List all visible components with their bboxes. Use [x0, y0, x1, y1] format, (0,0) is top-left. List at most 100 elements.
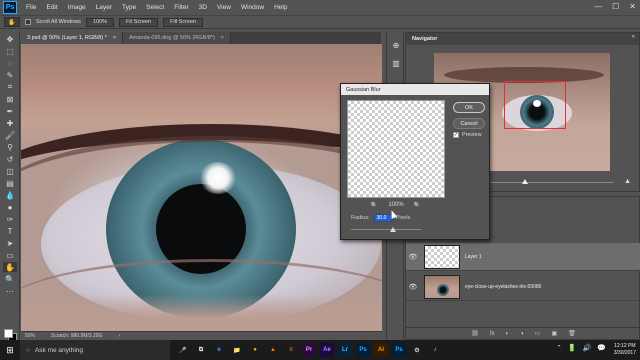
foreground-color-swatch[interactable] [4, 329, 13, 338]
menu-file[interactable]: File [21, 4, 41, 11]
taskbar-app-icon[interactable]: Ps [392, 343, 406, 357]
taskbar-app-icon[interactable]: ⚙ [410, 343, 424, 357]
quick-select-tool-icon[interactable]: ✎ [3, 70, 17, 80]
taskbar-app-icon[interactable]: 🎤 [176, 343, 190, 357]
taskbar-app-icon[interactable]: ▲ [266, 343, 280, 357]
crop-tool-icon[interactable]: ⌗ [3, 82, 17, 92]
taskbar-app-icon[interactable]: ● [248, 343, 262, 357]
blur-tool-icon[interactable]: 💧 [3, 190, 17, 200]
layer-name[interactable]: eye-close-up-eyelashes-iris-59086 [465, 284, 541, 290]
radius-slider[interactable] [351, 229, 421, 230]
eraser-tool-icon[interactable]: ◫ [3, 166, 17, 176]
navigator-panel-icon[interactable]: ⊕ [391, 40, 401, 50]
dodge-tool-icon[interactable]: ● [3, 202, 17, 212]
lasso-tool-icon[interactable]: ◌ [3, 58, 17, 68]
blur-preview[interactable] [347, 100, 445, 198]
visibility-eye-icon[interactable]: 👁 [406, 283, 420, 291]
taskbar-app-icon[interactable]: Ai [374, 343, 388, 357]
layer-row[interactable]: 👁 Layer 1 [406, 243, 640, 271]
adjustment-layer-icon[interactable]: ◑ [520, 331, 524, 337]
taskbar-app-icon[interactable]: ♪ [428, 343, 442, 357]
more-tools-icon[interactable]: ⋯ [3, 286, 17, 296]
start-icon[interactable]: ⊞ [0, 340, 20, 360]
navigator-zoom-handle[interactable] [522, 179, 528, 184]
gradient-tool-icon[interactable]: ▤ [3, 178, 17, 188]
taskbar-app-icon[interactable]: ≡ [284, 343, 298, 357]
path-selection-tool-icon[interactable]: ➤ [3, 238, 17, 248]
history-brush-tool-icon[interactable]: ↺ [3, 154, 17, 164]
menu-edit[interactable]: Edit [41, 4, 62, 11]
hand-tool-preset-icon[interactable]: ✋ [4, 17, 20, 27]
volume-icon[interactable]: 🔊 [583, 344, 592, 352]
taskbar-app-icon[interactable]: Lr [338, 343, 352, 357]
taskbar-app-icon[interactable]: Pr [302, 343, 316, 357]
menu-select[interactable]: Select [141, 4, 169, 11]
brush-tool-icon[interactable]: 🖌 [3, 130, 17, 140]
menu-type[interactable]: Type [117, 4, 141, 11]
zoom-in-icon[interactable]: 🔍 [414, 202, 421, 209]
move-tool-icon[interactable]: ✥ [3, 34, 17, 44]
layer-style-icon[interactable]: fx [490, 331, 495, 337]
cortana-search[interactable]: ○ Ask me anything [20, 340, 170, 360]
preview-checkbox[interactable]: ✓ [453, 132, 459, 138]
navigator-view-box[interactable] [504, 81, 566, 129]
zoom-in-icon[interactable]: ▲ [624, 178, 631, 185]
zoom-out-icon[interactable]: 🔍 [371, 202, 378, 209]
taskbar-app-icon[interactable]: e [212, 343, 226, 357]
status-zoom[interactable]: 50% [25, 333, 35, 339]
menu-help[interactable]: Help [269, 4, 292, 11]
hand-tool-icon[interactable]: ✋ [3, 262, 17, 272]
zoom-tool-icon[interactable]: 🔍 [3, 274, 17, 284]
zoom-100-button[interactable]: 100% [85, 17, 115, 27]
menu-filter[interactable]: Filter [169, 4, 193, 11]
frame-tool-icon[interactable]: ⊠ [3, 94, 17, 104]
close-icon[interactable]: ✕ [629, 2, 636, 11]
taskbar-app-icon[interactable]: Ps [356, 343, 370, 357]
rectangle-tool-icon[interactable]: ▭ [3, 250, 17, 260]
add-mask-icon[interactable]: ◐ [506, 331, 510, 337]
fit-screen-button[interactable]: Fit Screen [119, 17, 159, 27]
document-canvas[interactable] [21, 44, 382, 331]
tab-amanda-dng[interactable]: Amanda-095.dng @ 50% (RGB/8*) × [123, 32, 231, 44]
status-arrow-icon[interactable]: › [118, 333, 120, 339]
navigator-title: Navigator [406, 33, 639, 45]
layer-row[interactable]: 👁 eye-close-up-eyelashes-iris-59086 [406, 273, 640, 301]
visibility-eye-icon[interactable]: 👁 [406, 253, 420, 261]
close-icon[interactable]: × [221, 35, 224, 41]
ok-button[interactable]: OK [453, 102, 485, 113]
radius-slider-handle[interactable] [390, 227, 396, 232]
new-layer-icon[interactable]: ▣ [551, 330, 557, 337]
marquee-tool-icon[interactable]: ⬚ [3, 46, 17, 56]
histogram-panel-icon[interactable]: ▥ [391, 58, 401, 68]
collapse-icon[interactable]: « [632, 34, 635, 40]
maximize-icon[interactable]: ☐ [612, 2, 619, 11]
tab-3-psd[interactable]: 3.psd @ 50% (Layer 1, RGB/8) * × [21, 32, 124, 44]
new-group-icon[interactable]: ▭ [535, 330, 541, 337]
healing-brush-tool-icon[interactable]: ✚ [3, 118, 17, 128]
menu-image[interactable]: Image [63, 4, 91, 11]
eyedropper-tool-icon[interactable]: ✒ [3, 106, 17, 116]
type-tool-icon[interactable]: T [3, 226, 17, 236]
scroll-all-windows-checkbox[interactable] [25, 19, 31, 25]
minimize-icon[interactable]: — [594, 2, 602, 11]
menu-view[interactable]: View [212, 4, 236, 11]
taskbar-app-icon[interactable]: ⧉ [194, 343, 208, 357]
pen-tool-icon[interactable]: ✑ [3, 214, 17, 224]
layer-name[interactable]: Layer 1 [465, 254, 482, 260]
tray-expand-icon[interactable]: ⌃ [556, 344, 562, 352]
fill-screen-button[interactable]: Fill Screen [163, 17, 204, 27]
taskbar-app-icon[interactable]: 📁 [230, 343, 244, 357]
clone-stamp-tool-icon[interactable]: ⚲ [3, 142, 17, 152]
battery-icon[interactable]: 🔋 [568, 344, 577, 352]
link-layers-icon[interactable]: ⛓ [471, 330, 479, 337]
taskbar-app-icon[interactable]: Ae [320, 343, 334, 357]
cancel-button[interactable]: Cancel [453, 118, 485, 129]
close-icon[interactable]: × [113, 35, 116, 41]
notifications-icon[interactable]: 💬 [597, 344, 606, 352]
radius-input[interactable]: 30.0 [373, 214, 392, 222]
menu-window[interactable]: Window [236, 4, 269, 11]
menu-3d[interactable]: 3D [194, 4, 212, 11]
taskbar-clock[interactable]: 12:12 PM 3/30/2017 [614, 343, 636, 357]
trash-icon[interactable]: 🗑 [568, 330, 576, 337]
menu-layer[interactable]: Layer [91, 4, 117, 11]
